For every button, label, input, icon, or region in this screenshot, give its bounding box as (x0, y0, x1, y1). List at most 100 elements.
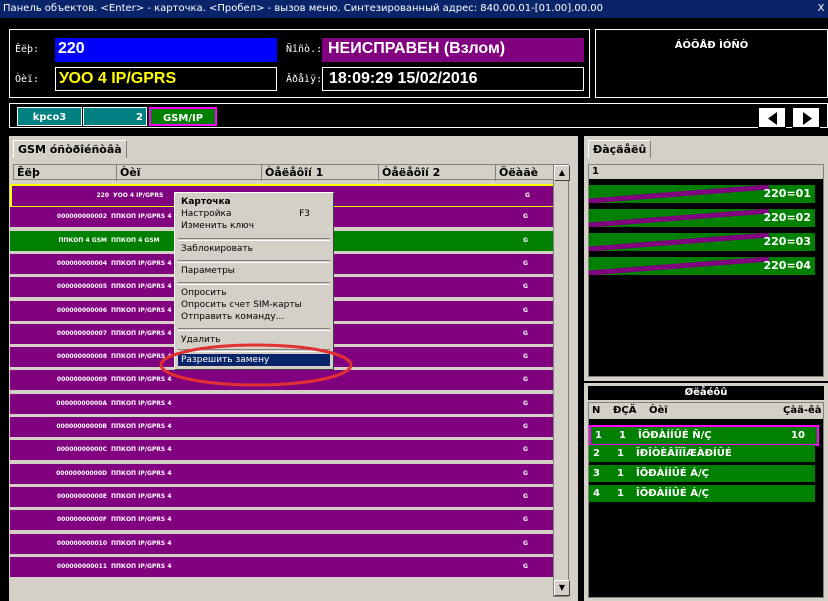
loops-title: Øëåéôû (588, 386, 824, 400)
loop-section: 1 (617, 488, 624, 499)
zone-label: 220=04 (763, 259, 812, 272)
col-flags[interactable]: Ôëàãè (496, 165, 556, 181)
zones-header: 1 (589, 165, 823, 179)
next-button[interactable] (792, 107, 820, 128)
zone-row[interactable]: 220=04 (589, 257, 815, 275)
loops-col-n[interactable]: N (592, 403, 600, 419)
number-label: Êëþ: (15, 44, 40, 55)
row-number: 000000000007 (56, 329, 107, 337)
tab-2[interactable]: 2 (83, 107, 147, 126)
menu-separator (178, 328, 330, 331)
loop-type: ÎÕÐÀÍÍÛÉ Á/Ç (636, 468, 709, 479)
arrow-right-icon (803, 112, 812, 125)
zone-row[interactable]: 220=03 (589, 233, 815, 251)
menu-item-settings-label: Настройка (181, 209, 232, 219)
loops-header: N ÐÇÄ Òèï Çàä-êà (589, 403, 823, 419)
loop-number: 4 (593, 488, 600, 499)
row-number: 000000000011 (56, 562, 107, 570)
menu-item-poll[interactable]: Опросить (178, 287, 330, 299)
menu-item-settings[interactable]: Настройка F3 (178, 208, 330, 220)
loop-row[interactable]: 4 1 ÎÕÐÀÍÍÛÉ Á/Ç (589, 485, 815, 502)
row-number: 00000000000C (56, 446, 107, 454)
row-number: 00000000000F (56, 516, 107, 524)
tab-kpco3[interactable]: kpco3 (17, 107, 82, 126)
zone-label: 220=01 (763, 187, 812, 200)
row-type: ППКОП IP/GPRS 4 (111, 306, 172, 314)
loops-col-delay[interactable]: Çàä-êà (783, 403, 822, 419)
table-row[interactable]: 00000000000E ППКОП IP/GPRS 4 G (10, 486, 553, 507)
row-flags: G (523, 562, 528, 570)
menu-item-poll-sim[interactable]: Опросить счет SIM-карты (178, 299, 330, 311)
loop-section: 1 (619, 430, 626, 441)
table-row[interactable]: 00000000000D ППКОП IP/GPRS 4 G (10, 463, 553, 484)
loop-type: ÏÐÎÒÈÂÎÏÎÆÀÐÍÛÉ (636, 448, 732, 459)
row-number: 00000000000B (56, 423, 108, 430)
table-row[interactable]: 00000000000F ППКОП IP/GPRS 4 G (10, 510, 553, 531)
scroll-down-icon[interactable]: ▼ (554, 580, 570, 596)
tab-gsm-ip[interactable]: GSM/IP (149, 107, 217, 126)
row-type: ППКОП IP/GPRS 4 (111, 399, 172, 407)
col-phone2[interactable]: Òåëåôîí 2 (379, 165, 496, 181)
row-type: ППКОП IP/GPRS 4 (111, 423, 172, 430)
row-type: ППКОП IP/GPRS 4 (111, 283, 172, 291)
loop-type: ÎÕÐÀÍÍÛÉ Á/Ç (636, 488, 709, 499)
menu-item-change-key[interactable]: Изменить ключ (178, 220, 330, 232)
row-flags: G (523, 423, 528, 430)
row-type: ППКОП IP/GPRS 4 (111, 492, 172, 500)
row-type: ППКОП IP/GPRS 4 (111, 446, 172, 454)
row-flags: G (523, 329, 528, 337)
col-phone1[interactable]: Òåëåôîí 1 (262, 165, 379, 181)
row-number: 000000000008 (56, 353, 107, 361)
col-type[interactable]: Òèï (117, 165, 262, 181)
menu-item-delete[interactable]: Удалить (178, 334, 330, 346)
type-label: Òèï: (15, 74, 40, 85)
menu-item-send-command[interactable]: Отправить команду... (178, 311, 330, 323)
loop-row[interactable]: 1 1 ÎÕÐÀÍÍÛÉ Ñ/Ç 10 (589, 425, 819, 446)
table-row[interactable]: 00000000000A ППКОП IP/GPRS 4 G (10, 393, 553, 414)
zone-row[interactable]: 220=01 (589, 185, 815, 203)
row-number: 00000000000E (56, 492, 107, 500)
time-label: Âðåìÿ: (286, 74, 323, 85)
grid-scrollbar[interactable]: ▲ ▼ (553, 164, 570, 597)
object-info-panel: Êëþ: 220 Ñîñò.: НЕИСПРАВЕН (Взлом) Òèï: … (9, 29, 590, 98)
row-type: ППКОП IP/GPRS 4 (111, 469, 172, 477)
row-number: 220 (96, 192, 109, 199)
row-number: 000000000009 (56, 376, 107, 384)
loops-col-type[interactable]: Òèï (649, 403, 668, 419)
row-flags: G (523, 353, 528, 361)
tab-zones[interactable]: Ðàçäåëû (588, 140, 652, 158)
menu-separator (178, 349, 330, 352)
loop-number: 2 (593, 448, 600, 459)
loop-delay: 10 (791, 430, 805, 441)
row-flags: G (523, 236, 528, 244)
table-row[interactable]: 000000000009 ППКОП IP/GPRS 4 G (10, 370, 553, 391)
loop-row[interactable]: 3 1 ÎÕÐÀÍÍÛÉ Á/Ç (589, 465, 815, 482)
loops-col-rzd[interactable]: ÐÇÄ (613, 403, 636, 419)
table-row[interactable]: 00000000000B ППКОП IP/GPRS 4 G (10, 417, 553, 437)
row-type: ППКОП IP/GPRS 4 (111, 539, 172, 547)
menu-item-card[interactable]: Карточка (178, 196, 330, 208)
type-value: УОО 4 IP/GPRS (55, 67, 277, 91)
menu-item-allow-replace[interactable]: Разрешить замену (178, 354, 330, 366)
loop-number: 3 (593, 468, 600, 479)
table-row[interactable]: 000000000010 ППКОП IP/GPRS 4 G (10, 533, 553, 554)
grid-header: Êëþ Òèï Òåëåôîí 1 Òåëåôîí 2 Ôëàãè (13, 164, 556, 181)
row-flags: G (523, 446, 528, 454)
menu-item-block[interactable]: Заблокировать (178, 243, 330, 255)
prev-button[interactable] (758, 107, 786, 128)
row-flags: G (523, 213, 528, 221)
col-number[interactable]: Êëþ (14, 165, 117, 181)
tab-gsm-devices[interactable]: GSM óñòðîéñòâà (13, 140, 127, 158)
row-number: 000000000002 (56, 213, 107, 221)
table-row[interactable]: 00000000000C ППКОП IP/GPRS 4 G (10, 440, 553, 461)
row-number: 000000000004 (56, 259, 107, 267)
close-icon[interactable]: X (814, 0, 828, 18)
scroll-up-icon[interactable]: ▲ (554, 165, 570, 181)
context-menu: Карточка Настройка F3 Изменить ключ Забл… (174, 192, 334, 370)
menu-item-params[interactable]: Параметры (178, 265, 330, 277)
table-row[interactable]: 000000000011 ППКОП IP/GPRS 4 G (10, 556, 553, 577)
loop-row[interactable]: 2 1 ÏÐÎÒÈÂÎÏÎÆÀÐÍÛÉ (589, 445, 815, 462)
row-flags: G (523, 259, 528, 267)
row-flags: G (523, 469, 528, 477)
zone-row[interactable]: 220=02 (589, 209, 815, 227)
